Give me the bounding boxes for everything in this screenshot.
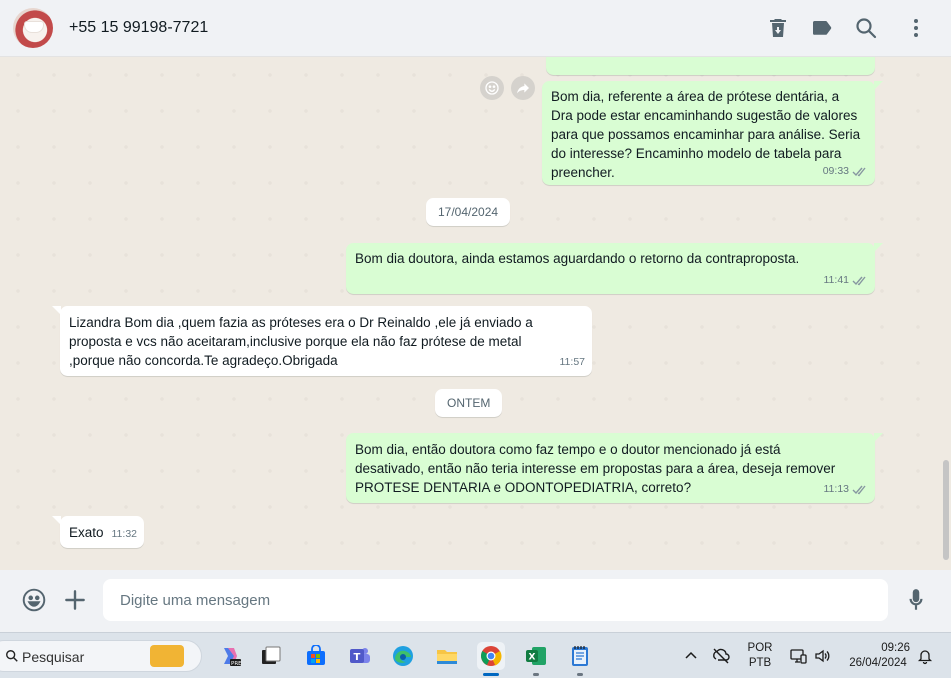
network-display-icon[interactable]	[789, 647, 807, 665]
search-icon	[6, 650, 18, 662]
excel-icon[interactable]: X	[522, 642, 550, 676]
bubble-tail	[874, 81, 883, 90]
message-incoming[interactable]: Exato 11:32	[52, 516, 144, 548]
bubble-tail	[874, 433, 883, 442]
chevron-up-icon[interactable]	[682, 647, 700, 665]
message-time: 11:13	[823, 483, 850, 495]
language-code: POR	[747, 642, 773, 654]
taskbar-search-label: Pesquisar	[22, 649, 85, 665]
teeth-icon	[24, 21, 44, 33]
chat-scrollbar[interactable]	[943, 460, 949, 560]
clock[interactable]: 09:26 26/04/2024	[842, 641, 914, 671]
volume-icon[interactable]	[813, 647, 831, 665]
svg-text:PRE: PRE	[231, 661, 242, 667]
taskbar-search-box[interactable]: Pesquisar	[0, 640, 202, 672]
notepad-icon[interactable]	[566, 642, 594, 676]
read-ticks-icon	[852, 276, 866, 286]
label-icon[interactable]	[810, 16, 834, 40]
message-composer	[0, 570, 951, 632]
bubble-tail	[874, 243, 883, 252]
teams-icon[interactable]: T	[346, 642, 374, 670]
notification-bell-icon[interactable]	[916, 647, 934, 665]
date-separator: ONTEM	[435, 389, 503, 417]
no-network-icon[interactable]	[712, 647, 730, 665]
attach-plus-icon[interactable]	[62, 587, 88, 613]
message-meta: 11:32	[112, 525, 138, 544]
running-indicator	[577, 673, 583, 676]
message-time: 11:32	[111, 528, 138, 540]
message-outgoing[interactable]: Bom dia doutora, ainda estamos aguardand…	[346, 243, 883, 294]
keyboard-layout: PTB	[748, 657, 772, 669]
file-explorer-icon[interactable]	[433, 642, 461, 670]
read-ticks-icon	[852, 485, 866, 495]
emoji-reaction-icon[interactable]	[480, 76, 504, 100]
chrome-icon[interactable]	[477, 642, 505, 676]
search-icon[interactable]	[854, 16, 878, 40]
read-ticks-icon	[852, 167, 866, 177]
delete-chat-icon[interactable]	[766, 16, 790, 40]
message-list[interactable]: Bom dia, referente a área de prótese den…	[0, 57, 951, 570]
message-outgoing[interactable]: Bom dia, referente a área de prótese den…	[542, 81, 883, 185]
message-time: 11:57	[559, 356, 586, 368]
date-separator: 17/04/2024	[426, 198, 511, 226]
clock-date: 26/04/2024	[849, 657, 907, 669]
message-time: 09:33	[822, 165, 849, 177]
microsoft-store-icon[interactable]	[302, 642, 330, 670]
svg-text:T: T	[354, 652, 361, 663]
contact-avatar[interactable]	[13, 8, 53, 48]
copilot-icon[interactable]: PRE	[216, 642, 244, 670]
message-meta: 11:41	[824, 271, 869, 290]
message-input[interactable]	[103, 579, 888, 621]
message-text: Bom dia, referente a área de prótese den…	[551, 89, 861, 180]
message-meta: 11:13	[824, 480, 869, 499]
message-time: 11:41	[823, 274, 850, 286]
task-view-icon[interactable]	[257, 642, 285, 670]
message-incoming[interactable]: Lizandra Bom dia ,quem fazia as próteses…	[52, 306, 592, 376]
forward-icon[interactable]	[511, 76, 535, 100]
message-text: Bom dia doutora, ainda estamos aguardand…	[355, 251, 800, 266]
clock-time: 09:26	[881, 642, 910, 654]
running-indicator	[533, 673, 539, 676]
contact-name[interactable]: +55 15 99198-7721	[69, 19, 208, 37]
message-meta: 09:33	[823, 162, 868, 181]
input-language[interactable]: POR PTB	[742, 641, 778, 671]
active-indicator	[483, 673, 499, 676]
microphone-icon[interactable]	[903, 587, 929, 613]
windows-taskbar: Pesquisar PRE T X POR PTB 09:26 26/04/20…	[0, 632, 951, 678]
message-text: Lizandra Bom dia ,quem fazia as próteses…	[69, 315, 533, 368]
svg-text:X: X	[529, 653, 536, 663]
message-clipped	[546, 57, 875, 75]
edge-icon[interactable]	[389, 642, 417, 670]
message-outgoing[interactable]: Bom dia, então doutora como faz tempo e …	[346, 433, 883, 503]
chat-header: +55 15 99198-7721	[0, 0, 951, 57]
bubble-tail	[52, 516, 61, 525]
menu-icon[interactable]	[904, 16, 928, 40]
message-meta: 11:57	[560, 353, 586, 372]
emoji-icon[interactable]	[21, 587, 47, 613]
bubble-tail	[52, 306, 61, 315]
message-text: Bom dia, então doutora como faz tempo e …	[355, 442, 836, 495]
briefcase-icon	[150, 645, 184, 667]
